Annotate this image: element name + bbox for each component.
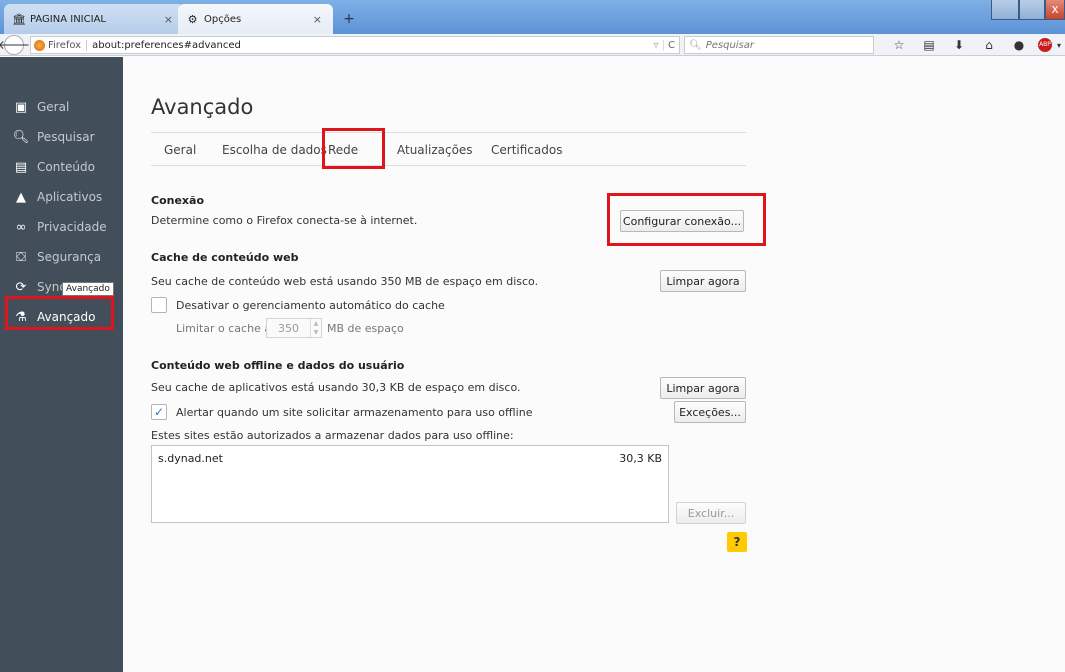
tab-label: PÁGINA INICIAL <box>30 13 106 25</box>
sync-icon: ⟳ <box>15 279 27 295</box>
gear-icon: ⚙ <box>187 12 198 26</box>
rocket-icon: ▲ <box>16 189 26 205</box>
sidebar-item-avancado[interactable]: ⚗ Avançado <box>0 302 123 332</box>
page-title: Avançado <box>151 95 254 119</box>
search-icon: 🔍︎ <box>12 129 30 145</box>
sidebar-item-privacidade[interactable]: ∞ Privacidade <box>0 212 123 242</box>
button-label: Configurar conexão... <box>622 214 742 228</box>
section-title-offline: Conteúdo web offline e dados do usuário <box>151 359 405 372</box>
chevron-down-icon[interactable]: ▾ <box>1054 41 1064 50</box>
tab-rede[interactable]: Rede <box>328 143 358 157</box>
button-label: Exceções... <box>679 405 741 419</box>
cache-limit-value: 350 <box>278 321 299 335</box>
url-text[interactable]: about:preferences#advanced <box>92 40 649 51</box>
tab-atualizacoes[interactable]: Atualizações <box>397 143 473 157</box>
bookmark-star-icon[interactable]: ☆ <box>888 38 910 52</box>
spinner-icon[interactable]: ▲ ▼ <box>310 319 321 337</box>
maximize-button[interactable] <box>1019 0 1045 20</box>
exceptions-button[interactable]: Exceções... <box>674 401 746 423</box>
cache-limit-prefix: Limitar o cache a <box>176 322 272 335</box>
sidebar-item-conteudo[interactable]: ▤ Conteúdo <box>0 152 123 182</box>
close-icon[interactable]: × <box>161 13 176 26</box>
new-tab-button[interactable]: + <box>338 10 360 30</box>
offline-alert-label: Alertar quando um site solicitar armazen… <box>176 406 533 419</box>
offline-sites-list[interactable]: s.dynad.net 30,3 KB <box>151 445 669 523</box>
tab-pagina-inicial[interactable]: 🏛 PÁGINA INICIAL × <box>4 4 184 34</box>
sidebar-item-label: Conteúdo <box>37 160 95 174</box>
sidebar-item-label: Geral <box>37 100 70 114</box>
cache-limit-suffix: MB de espaço <box>327 322 404 335</box>
sidebar-item-aplicativos[interactable]: ▲ Aplicativos <box>0 182 123 212</box>
search-icon: 🔍︎ <box>689 39 702 51</box>
disable-cache-management-checkbox[interactable] <box>151 297 167 313</box>
tab-geral[interactable]: Geral <box>164 143 196 157</box>
back-button[interactable]: 🡐 <box>0 34 30 55</box>
url-identity: Firefox <box>48 39 88 51</box>
tooltip: Avançado <box>62 282 114 296</box>
mask-icon: ∞ <box>15 219 27 235</box>
conexao-description: Determine como o Firefox conecta-se à in… <box>151 214 418 227</box>
sidebar-item-label: Avançado <box>37 310 96 324</box>
window-close-button[interactable]: x <box>1045 0 1065 20</box>
tab-escolha-de-dados[interactable]: Escolha de dados <box>222 143 327 157</box>
sidebar-item-label: Privacidade <box>37 220 107 234</box>
tab-certificados[interactable]: Certificados <box>491 143 562 157</box>
lock-icon: ⛋ <box>16 249 26 265</box>
cache-limit-input[interactable]: 350 ▲ ▼ <box>266 318 322 338</box>
reload-icon[interactable]: C <box>663 39 679 51</box>
sidebar-item-label: Segurança <box>37 250 102 264</box>
bank-icon: 🏛 <box>12 12 26 26</box>
section-title-conexao: Conexão <box>151 194 204 207</box>
offline-list-caption: Estes sites estão autorizados a armazena… <box>151 429 514 442</box>
download-icon[interactable]: ⬇ <box>948 38 970 52</box>
disable-cache-management-label: Desativar o gerenciamento automático do … <box>176 299 445 312</box>
bookmarks-list-icon[interactable]: ▤ <box>918 38 940 52</box>
adblock-icon[interactable]: ABP <box>1038 38 1052 52</box>
clear-offline-button[interactable]: Limpar agora <box>660 377 746 399</box>
sidebar-item-label: Aplicativos <box>37 190 103 204</box>
offline-alert-checkbox[interactable]: ✓ <box>151 404 167 420</box>
button-label: Excluir... <box>687 506 735 520</box>
nav-bar: 🡐 Firefox about:preferences#advanced ▿ C… <box>0 34 1065 56</box>
sidebar-item-seguranca[interactable]: ⛋ Segurança <box>0 242 123 272</box>
back-arrow-icon: 🡐 <box>0 38 31 52</box>
wizard-icon: ⚗ <box>15 309 27 325</box>
configure-connection-button[interactable]: Configurar conexão... <box>620 210 744 232</box>
document-icon: ▤ <box>14 159 28 175</box>
preferences-sidebar: ▣ Geral 🔍︎ Pesquisar ▤ Conteúdo ▲ Aplica… <box>0 57 123 672</box>
minimize-button[interactable] <box>991 0 1019 20</box>
site-size: 30,3 KB <box>619 452 662 465</box>
sidebar-item-pesquisar[interactable]: 🔍︎ Pesquisar <box>0 122 123 152</box>
sidebar-item-geral[interactable]: ▣ Geral <box>0 92 123 122</box>
firefox-icon <box>34 39 45 51</box>
general-icon: ▣ <box>14 99 28 115</box>
remove-site-button[interactable]: Excluir... <box>676 502 746 524</box>
checkmark-icon: ✓ <box>153 405 165 419</box>
url-dropdown-icon[interactable]: ▿ <box>649 40 663 51</box>
offline-description: Seu cache de aplicativos está usando 30,… <box>151 381 521 394</box>
cache-description: Seu cache de conteúdo web está usando 35… <box>151 275 539 288</box>
site-host: s.dynad.net <box>158 452 223 465</box>
window-controls: x <box>991 0 1065 20</box>
search-input[interactable] <box>705 39 856 51</box>
button-label: Limpar agora <box>666 274 740 288</box>
section-title-cache: Cache de conteúdo web <box>151 251 299 264</box>
toolbar-icons: ☆ ▤ ⬇ ⌂ ● ABP ▾ ≡ <box>888 36 1065 54</box>
home-icon[interactable]: ⌂ <box>978 38 1000 52</box>
sidebar-item-label: Pesquisar <box>37 130 95 144</box>
list-item[interactable]: s.dynad.net 30,3 KB <box>152 452 668 468</box>
chat-icon[interactable]: ● <box>1008 38 1030 52</box>
clear-cache-button[interactable]: Limpar agora <box>660 270 746 292</box>
close-icon[interactable]: × <box>310 13 325 26</box>
tab-label: Opções <box>204 13 242 25</box>
preferences-tabs: Geral Escolha de dados Rede Atualizações… <box>151 132 746 166</box>
button-label: Limpar agora <box>666 381 740 395</box>
title-bar: 🏛 PÁGINA INICIAL × ⚙ Opções × + x <box>0 0 1065 34</box>
url-bar[interactable]: Firefox about:preferences#advanced ▿ C <box>30 36 680 54</box>
help-button[interactable]: ? <box>727 532 747 552</box>
tab-opcoes[interactable]: ⚙ Opções × <box>178 4 333 34</box>
search-bar[interactable]: 🔍︎ <box>684 36 874 54</box>
